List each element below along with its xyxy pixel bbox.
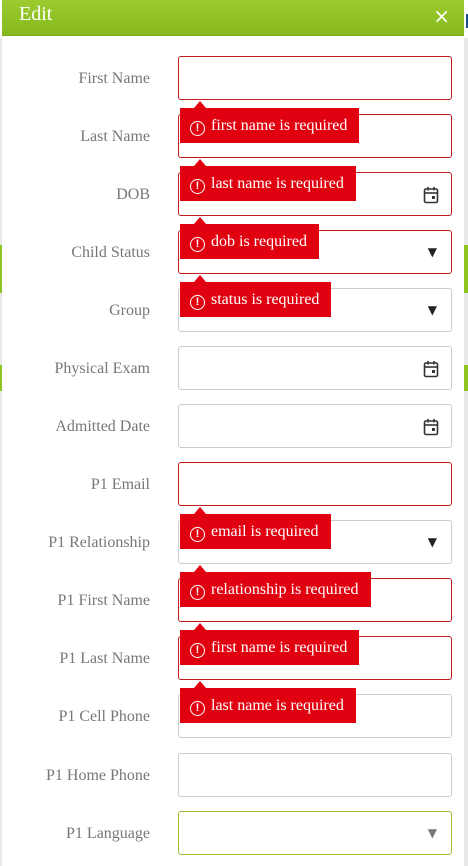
p1-relationship-label: P1 Relationship (48, 534, 150, 551)
status-error-tooltip: ! status is required (180, 275, 332, 317)
dialog-title: Edit (19, 3, 53, 25)
alert-circle-icon: ! (190, 643, 205, 658)
alert-circle-icon: ! (190, 179, 205, 194)
p1-cell-phone-label: P1 Cell Phone (58, 708, 150, 725)
email-error-tooltip: ! email is required (180, 507, 331, 549)
alert-circle-icon: ! (190, 585, 205, 600)
error-text: email is required (211, 523, 319, 540)
row-p1-language: P1 Language ▼ (2, 811, 464, 857)
calendar-icon[interactable] (423, 186, 439, 204)
dialog-titlebar: Edit × (2, 0, 464, 36)
first-name-error-tooltip: ! first name is required (180, 101, 360, 143)
p1-email-field[interactable] (178, 462, 452, 506)
background-green-band-right (464, 245, 468, 293)
first-name-field[interactable] (178, 56, 452, 100)
background-page-right-edge (464, 38, 468, 866)
group-label: Group (109, 302, 150, 319)
admitted-date-label: Admitted Date (55, 418, 150, 435)
error-text: last name is required (211, 697, 344, 714)
error-text: relationship is required (211, 581, 359, 598)
physical-exam-label: Physical Exam (54, 360, 150, 377)
p1-first-name-label: P1 First Name (57, 592, 150, 609)
last-name-error-tooltip: ! last name is required (180, 159, 356, 201)
row-first-name: First Name (2, 56, 464, 102)
row-physical-exam: Physical Exam (2, 346, 464, 392)
physical-exam-field[interactable] (178, 346, 452, 390)
alert-circle-icon: ! (190, 237, 205, 252)
error-text: first name is required (211, 117, 348, 134)
calendar-icon[interactable] (423, 418, 439, 436)
first-name-label: First Name (78, 70, 150, 87)
p1-last-name-label: P1 Last Name (59, 650, 150, 667)
error-text: last name is required (211, 175, 344, 192)
last-name-label: Last Name (80, 128, 150, 145)
p1-home-phone-label: P1 Home Phone (46, 767, 150, 784)
edit-dialog: Edit × First Name Last Name DOB Child St… (2, 0, 464, 866)
p1-email-input[interactable] (179, 463, 451, 505)
error-text: status is required (211, 291, 320, 308)
admitted-date-field[interactable] (178, 404, 452, 448)
calendar-icon[interactable] (423, 360, 439, 378)
caret-down-icon[interactable]: ▼ (428, 535, 437, 549)
close-icon[interactable]: × (433, 4, 450, 28)
caret-down-icon[interactable]: ▼ (428, 245, 437, 259)
p1-last-name-error-tooltip: ! last name is required (180, 681, 356, 723)
first-name-input[interactable] (179, 57, 451, 99)
row-p1-email: P1 Email (2, 462, 464, 508)
alert-circle-icon: ! (190, 701, 205, 716)
p1-first-name-error-tooltip: ! first name is required (180, 623, 360, 665)
alert-circle-icon: ! (190, 121, 205, 136)
p1-language-select[interactable]: ▼ (178, 811, 452, 855)
row-admitted-date: Admitted Date (2, 404, 464, 450)
p1-home-phone-input[interactable] (179, 754, 451, 796)
dob-label: DOB (116, 186, 150, 203)
caret-down-icon[interactable]: ▼ (428, 303, 437, 317)
error-text: first name is required (211, 639, 348, 656)
relationship-error-tooltip: ! relationship is required (180, 565, 371, 607)
p1-language-label: P1 Language (66, 825, 150, 842)
background-green-band-right-2 (464, 365, 468, 391)
p1-email-label: P1 Email (90, 476, 150, 493)
alert-circle-icon: ! (190, 527, 205, 542)
child-status-label: Child Status (71, 244, 150, 261)
dob-error-tooltip: ! dob is required (180, 217, 319, 259)
row-p1-home-phone: P1 Home Phone (2, 753, 464, 799)
alert-circle-icon: ! (190, 295, 205, 310)
error-text: dob is required (211, 233, 307, 250)
caret-down-icon[interactable]: ▼ (428, 826, 437, 840)
p1-home-phone-field[interactable] (178, 753, 452, 797)
